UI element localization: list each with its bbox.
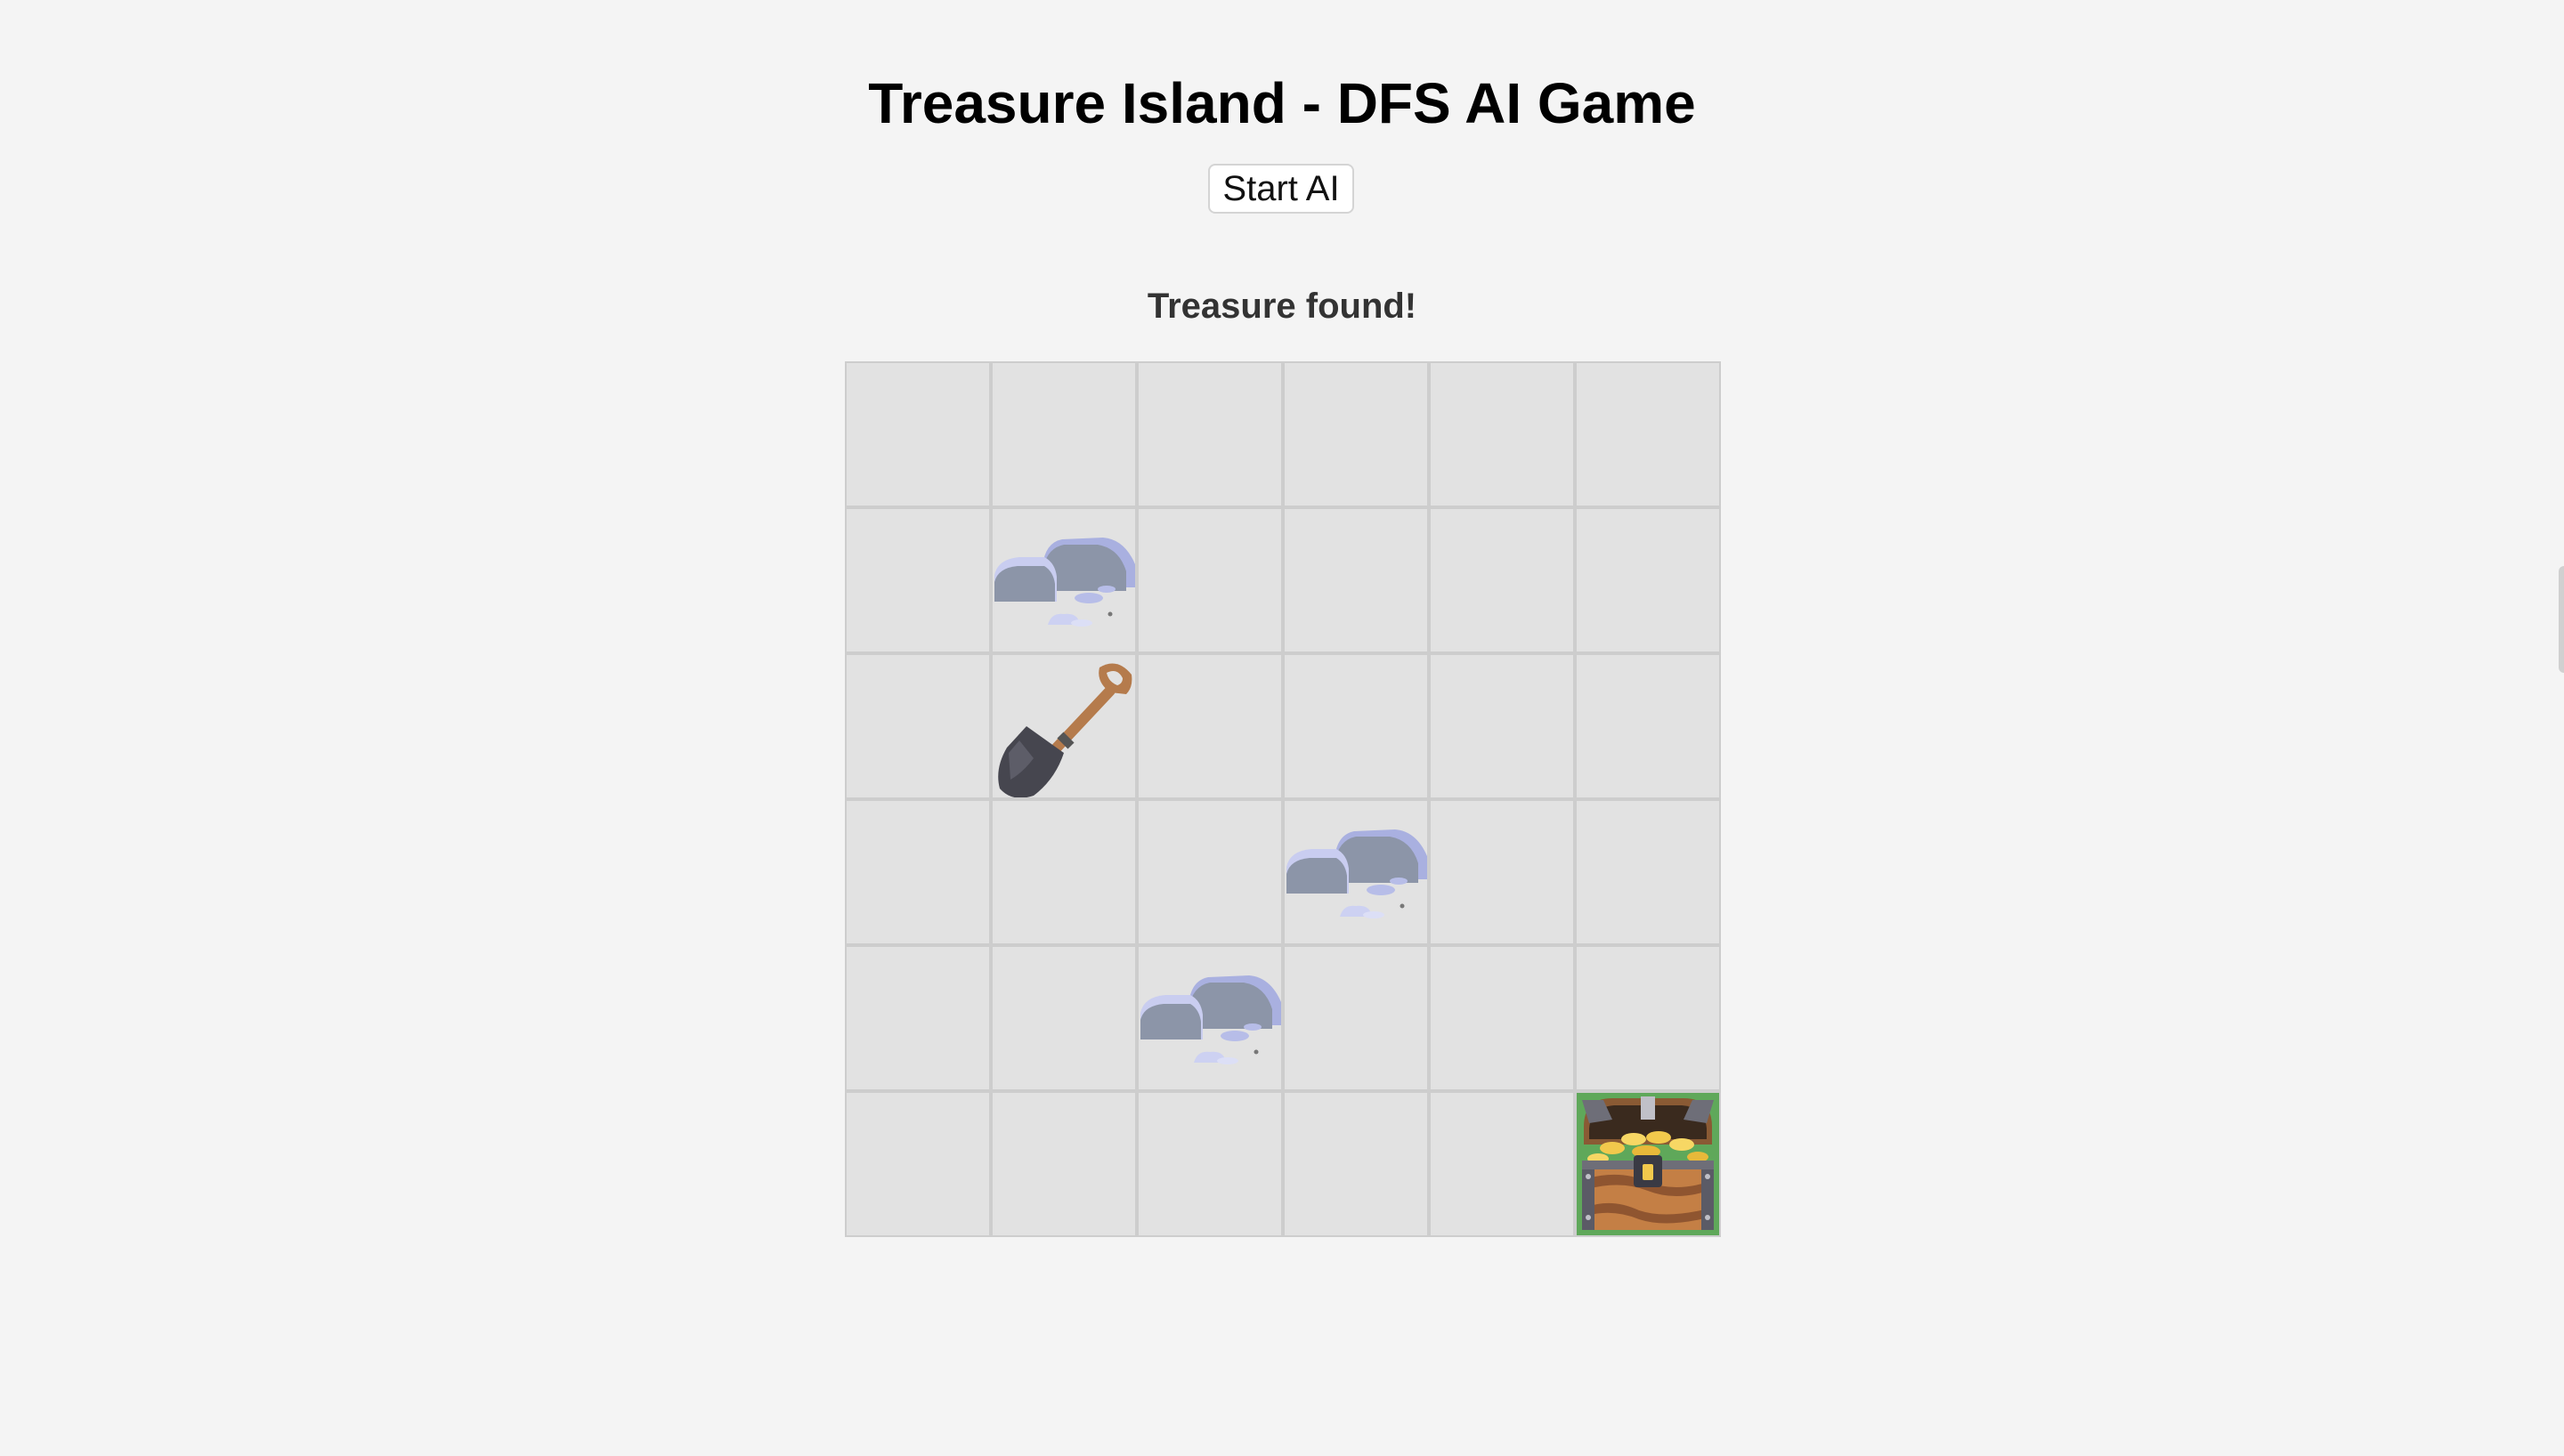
board-cell-r0-c2 (1137, 361, 1283, 507)
board-cell-r5-c1 (991, 1091, 1137, 1237)
board-cell-r0-c0 (845, 361, 991, 507)
board-cell-r2-c0 (845, 653, 991, 799)
game-board (845, 361, 1723, 1239)
side-scroll-handle[interactable] (2559, 566, 2564, 673)
page-title: Treasure Island - DFS AI Game (868, 71, 1696, 135)
board-cell-r3-c2 (1137, 799, 1283, 945)
board-cell-r1-c4 (1429, 507, 1575, 653)
board-cell-r4-c4 (1429, 945, 1575, 1091)
board-cell-r3-c3 (1283, 799, 1429, 945)
board-cell-r1-c1 (991, 507, 1137, 653)
game-page: Treasure Island - DFS AI Game Start AI T… (0, 0, 2564, 1456)
board-cell-r0-c5 (1575, 361, 1721, 507)
board-cell-r3-c4 (1429, 799, 1575, 945)
board-cell-r4-c3 (1283, 945, 1429, 1091)
board-cell-r4-c2 (1137, 945, 1283, 1091)
board-cell-r2-c2 (1137, 653, 1283, 799)
board-cell-r5-c5 (1575, 1091, 1721, 1237)
board-cell-r4-c1 (991, 945, 1137, 1091)
board-cell-r2-c3 (1283, 653, 1429, 799)
board-cell-r1-c5 (1575, 507, 1721, 653)
board-cell-r5-c0 (845, 1091, 991, 1237)
board-cell-r0-c3 (1283, 361, 1429, 507)
board-cell-r3-c1 (991, 799, 1137, 945)
board-cell-r3-c0 (845, 799, 991, 945)
board-cell-r2-c1 (991, 653, 1137, 799)
board-cell-r0-c1 (991, 361, 1137, 507)
board-cell-r3-c5 (1575, 799, 1721, 945)
board-cell-r1-c0 (845, 507, 991, 653)
board-cell-r0-c4 (1429, 361, 1575, 507)
board-cell-r2-c5 (1575, 653, 1721, 799)
board-cell-r5-c3 (1283, 1091, 1429, 1237)
board-cell-r4-c0 (845, 945, 991, 1091)
start-ai-button[interactable]: Start AI (1208, 164, 1354, 214)
board-cell-r5-c4 (1429, 1091, 1575, 1237)
board-cell-r1-c3 (1283, 507, 1429, 653)
status-message: Treasure found! (1147, 287, 1417, 326)
board-cell-r4-c5 (1575, 945, 1721, 1091)
board-cell-r5-c2 (1137, 1091, 1283, 1237)
board-cell-r1-c2 (1137, 507, 1283, 653)
board-cell-r2-c4 (1429, 653, 1575, 799)
